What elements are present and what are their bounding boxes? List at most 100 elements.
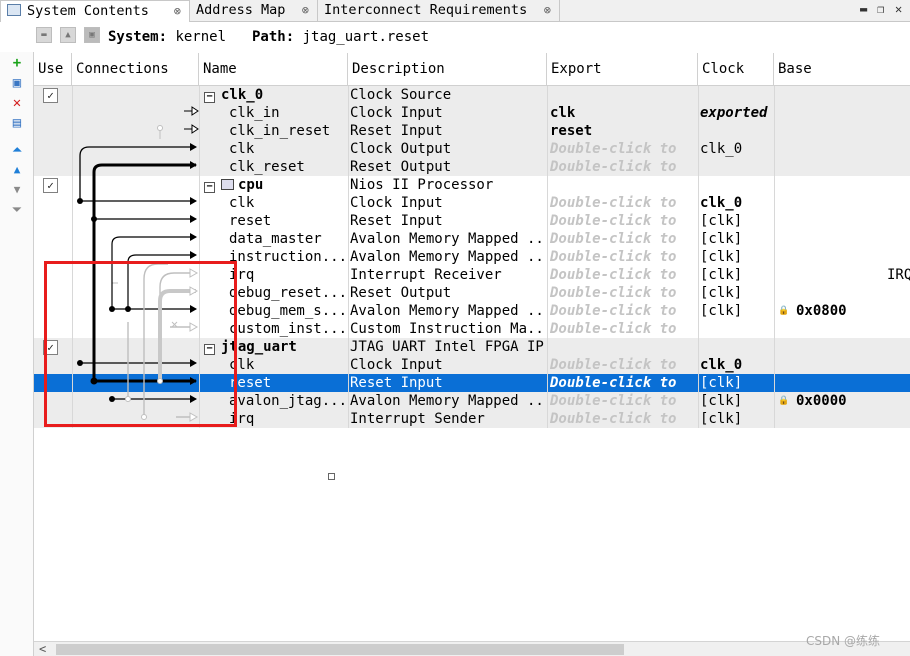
clock-cell[interactable]: [clk] bbox=[700, 410, 774, 428]
system-value: kernel bbox=[175, 29, 227, 45]
export-cell[interactable] bbox=[550, 338, 696, 356]
base-cell[interactable]: 0x0000 bbox=[796, 392, 896, 410]
tab-close-icon[interactable]: ⊗ bbox=[302, 0, 309, 20]
clock-cell[interactable]: [clk] bbox=[700, 212, 774, 230]
clock-cell[interactable]: clk_0 bbox=[700, 140, 774, 158]
name-cell[interactable]: clk bbox=[229, 140, 347, 158]
name-cell[interactable]: reset bbox=[229, 374, 347, 392]
clock-cell[interactable]: clk_0 bbox=[700, 356, 774, 374]
hierarchy-icon[interactable]: ▣ bbox=[84, 27, 100, 43]
clock-cell[interactable] bbox=[700, 122, 774, 140]
component-icon[interactable]: ▣ bbox=[9, 75, 25, 91]
name-cell[interactable]: clk_in bbox=[229, 104, 347, 122]
clock-cell[interactable] bbox=[700, 158, 774, 176]
export-cell[interactable]: clk bbox=[550, 104, 696, 122]
name-cell[interactable]: clk_in_reset bbox=[229, 122, 347, 140]
tab-address-map[interactable]: Address Map ⊗ bbox=[190, 0, 318, 22]
collapse-icon[interactable]: − bbox=[204, 182, 215, 193]
export-cell[interactable] bbox=[550, 86, 696, 104]
clock-cell[interactable] bbox=[700, 86, 774, 104]
scroll-left-icon[interactable]: < bbox=[39, 642, 46, 656]
move-top-icon[interactable]: ⏶ bbox=[9, 142, 25, 158]
name-cell[interactable]: clk bbox=[229, 356, 347, 374]
nav-up-icon[interactable]: ▲ bbox=[60, 27, 76, 43]
restore-icon[interactable]: ❐ bbox=[877, 2, 884, 16]
close-window-icon[interactable]: ✕ bbox=[895, 2, 902, 16]
collapse-all-icon[interactable]: ▬ bbox=[36, 27, 52, 43]
move-bottom-icon[interactable]: ⏷ bbox=[9, 202, 25, 218]
clock-cell[interactable]: [clk] bbox=[700, 248, 774, 266]
export-cell[interactable]: Double-click to bbox=[550, 302, 696, 320]
processor-icon bbox=[221, 179, 234, 190]
export-cell[interactable]: Double-click to bbox=[550, 194, 696, 212]
export-cell[interactable]: Double-click to bbox=[550, 374, 696, 392]
edit-icon[interactable]: ▤ bbox=[9, 115, 25, 131]
name-cell[interactable]: reset bbox=[229, 212, 347, 230]
col-use[interactable]: Use bbox=[34, 53, 72, 86]
clock-cell[interactable]: [clk] bbox=[700, 266, 774, 284]
resize-handle[interactable] bbox=[328, 473, 335, 480]
clock-cell[interactable]: exported bbox=[700, 104, 774, 122]
export-cell[interactable] bbox=[550, 176, 696, 194]
name-cell[interactable]: data_master bbox=[229, 230, 347, 248]
export-cell[interactable]: Double-click to bbox=[550, 320, 696, 338]
name-cell[interactable]: debug_reset... bbox=[229, 284, 347, 302]
name-cell[interactable]: instruction... bbox=[229, 248, 347, 266]
minimize-icon[interactable]: ▬ bbox=[860, 2, 867, 16]
description-cell: Reset Input bbox=[350, 213, 443, 229]
name-cell[interactable]: clk_reset bbox=[229, 158, 347, 176]
export-cell[interactable]: Double-click to bbox=[550, 410, 696, 428]
use-checkbox[interactable]: ✓ bbox=[43, 88, 58, 103]
scrollbar-thumb[interactable] bbox=[56, 644, 624, 655]
export-cell[interactable]: Double-click to bbox=[550, 140, 696, 158]
system-label: System: bbox=[108, 29, 168, 45]
col-clock[interactable]: Clock bbox=[698, 53, 774, 86]
move-up-icon[interactable]: ▲ bbox=[9, 162, 25, 178]
export-cell[interactable]: Double-click to bbox=[550, 248, 696, 266]
export-cell[interactable]: Double-click to bbox=[550, 356, 696, 374]
name-cell[interactable]: irq bbox=[229, 266, 347, 284]
lock-icon[interactable]: 🔒 bbox=[778, 396, 789, 406]
remove-icon[interactable]: ✕ bbox=[9, 95, 25, 111]
clock-cell[interactable]: [clk] bbox=[700, 230, 774, 248]
clock-cell[interactable]: [clk] bbox=[700, 284, 774, 302]
clock-cell[interactable]: [clk] bbox=[700, 392, 774, 410]
add-icon[interactable]: + bbox=[9, 55, 25, 71]
collapse-icon[interactable]: − bbox=[204, 92, 215, 103]
clock-cell[interactable] bbox=[700, 176, 774, 194]
clock-cell[interactable]: [clk] bbox=[700, 302, 774, 320]
name-cell[interactable]: − cpu bbox=[204, 176, 344, 194]
name-cell[interactable]: custom_inst... bbox=[229, 320, 347, 338]
tab-close-icon[interactable]: ⊗ bbox=[174, 1, 181, 21]
clock-cell[interactable] bbox=[700, 338, 774, 356]
col-connections[interactable]: Connections bbox=[72, 53, 199, 86]
move-down-icon[interactable]: ▼ bbox=[9, 182, 25, 198]
tab-interconnect-requirements[interactable]: Interconnect Requirements ⊗ bbox=[318, 0, 560, 22]
tab-close-icon[interactable]: ⊗ bbox=[544, 0, 551, 20]
name-cell[interactable]: debug_mem_s... bbox=[229, 302, 347, 320]
export-cell[interactable]: Double-click to bbox=[550, 392, 696, 410]
col-base[interactable]: Base bbox=[774, 53, 910, 86]
horizontal-scrollbar[interactable]: < bbox=[34, 641, 910, 656]
clock-cell[interactable]: [clk] bbox=[700, 374, 774, 392]
export-cell[interactable]: Double-click to bbox=[550, 284, 696, 302]
tab-system-contents[interactable]: System Contents ⊗ bbox=[0, 0, 190, 22]
export-cell[interactable]: Double-click to bbox=[550, 158, 696, 176]
export-cell[interactable]: reset bbox=[550, 122, 696, 140]
clock-cell[interactable]: clk_0 bbox=[700, 194, 774, 212]
export-cell[interactable]: Double-click to bbox=[550, 230, 696, 248]
name-cell[interactable]: irq bbox=[229, 410, 347, 428]
name-cell[interactable]: clk bbox=[229, 194, 347, 212]
col-export[interactable]: Export bbox=[547, 53, 698, 86]
clock-cell[interactable] bbox=[700, 320, 774, 338]
export-cell[interactable]: Double-click to bbox=[550, 266, 696, 284]
use-checkbox[interactable]: ✓ bbox=[43, 178, 58, 193]
base-cell[interactable]: 0x0800 bbox=[796, 302, 896, 320]
name-cell[interactable]: − clk_0 bbox=[204, 86, 344, 104]
lock-icon[interactable]: 🔒 bbox=[778, 306, 789, 316]
export-cell[interactable]: Double-click to bbox=[550, 212, 696, 230]
irq-cell[interactable]: IRQ bbox=[887, 266, 910, 284]
col-name[interactable]: Name bbox=[199, 53, 348, 86]
name-cell[interactable]: avalon_jtag... bbox=[229, 392, 347, 410]
col-description[interactable]: Description bbox=[348, 53, 547, 86]
